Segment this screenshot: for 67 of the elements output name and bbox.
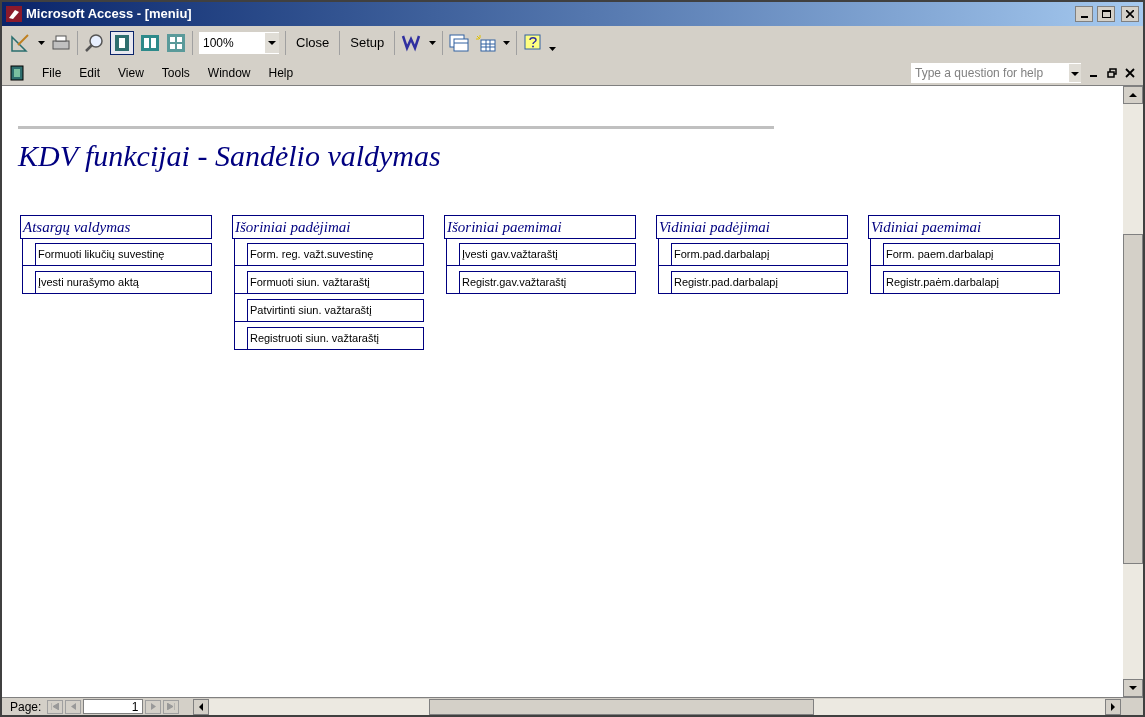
toolbar-button[interactable]: Close (292, 33, 334, 53)
magnifier-icon[interactable] (84, 33, 104, 53)
close-button[interactable] (1121, 6, 1139, 22)
next-icon (150, 703, 156, 710)
vertical-scrollbar[interactable] (1123, 86, 1143, 697)
menu-entry[interactable]: Įvesti gav.važtaraštį (458, 243, 636, 266)
dropdown-arrow-icon[interactable] (429, 41, 437, 45)
menu-entry[interactable]: Registr.paėm.darbalapį (882, 271, 1060, 294)
toolbar-options-icon[interactable] (549, 47, 557, 51)
horizontal-scrollbar[interactable] (193, 698, 1121, 715)
menu-entry[interactable]: Registruoti siun. važtaraštį (246, 327, 424, 350)
two-pages-icon[interactable] (140, 33, 160, 53)
menu-entry[interactable]: Patvirtinti siun. važtaraštį (246, 299, 424, 322)
print-icon[interactable] (51, 34, 71, 52)
report-icon[interactable] (10, 64, 24, 81)
scroll-right-button[interactable] (1105, 698, 1121, 715)
group-header: Išoriniai paemimai (444, 215, 636, 239)
menu-entry[interactable]: Form.pad.darbalapį (670, 243, 848, 266)
menu-item[interactable]: File (36, 63, 68, 82)
multiple-pages-icon[interactable] (166, 33, 186, 53)
menu-entry[interactable]: Form. paem.darbalapį (882, 243, 1060, 266)
help-icon[interactable] (523, 33, 544, 53)
restore-icon[interactable] (1107, 67, 1117, 78)
scroll-down-button[interactable] (1123, 679, 1143, 697)
up-arrow-icon (1129, 93, 1137, 97)
right-arrow-icon (1111, 702, 1115, 711)
group-header: Vidiniai padėjimai (656, 215, 848, 239)
close-icon (1126, 10, 1134, 18)
help-search-field[interactable]: Type a question for help (911, 62, 1081, 83)
scroll-left-button[interactable] (193, 698, 210, 715)
window-title: Microsoft Access - [meniu] (26, 5, 193, 24)
group-header: Atsargų valdymas (20, 215, 212, 239)
dropdown-arrow-icon[interactable] (38, 41, 45, 45)
menu-entry[interactable]: Form. reg. važt.suvestinę (246, 243, 424, 266)
menu-entry[interactable]: Registr.gav.važtaraštį (458, 271, 636, 294)
report-title: KDV funkcijai - Sandėlio valdymas (18, 138, 442, 174)
group-header: Išoriniai padėjimai (232, 215, 424, 239)
menu-entry[interactable]: Registr.pad.darbalapį (670, 271, 848, 294)
maximize-button[interactable] (1097, 6, 1115, 22)
page-label: Page: (10, 698, 42, 716)
previous-icon (70, 703, 76, 710)
close-icon[interactable] (1125, 67, 1135, 78)
menu-entry[interactable]: Formuoti likučių suvestinę (34, 243, 212, 266)
scroll-thumb[interactable] (1123, 234, 1143, 564)
menu-item[interactable]: Tools (155, 63, 196, 82)
first-page-icon (51, 703, 60, 710)
menu-entry[interactable]: Formuoti siun. važtaraštį (246, 271, 424, 294)
menu-item[interactable]: Window (201, 63, 257, 82)
left-arrow-icon (199, 702, 204, 711)
down-arrow-icon (1129, 686, 1137, 690)
menu-item[interactable]: View (112, 63, 150, 82)
minimize-button[interactable] (1075, 6, 1093, 22)
page-number-field[interactable]: 1 (83, 699, 144, 714)
design-view-icon[interactable] (10, 33, 32, 53)
menu-entry[interactable]: Įvesti nurašymo aktą (34, 271, 212, 294)
new-object-icon[interactable] (475, 34, 498, 52)
database-window-icon[interactable] (449, 34, 470, 52)
toolbar-button[interactable]: Setup (346, 33, 389, 53)
zoom-dropdown[interactable]: 100% (199, 32, 279, 54)
menu-item[interactable]: Help (262, 63, 300, 82)
one-page-icon[interactable] (110, 31, 134, 55)
dropdown-arrow-icon[interactable] (503, 41, 511, 45)
menu-item[interactable]: Edit (73, 63, 107, 82)
last-page-icon (167, 703, 176, 710)
scroll-up-button[interactable] (1123, 86, 1143, 104)
scroll-thumb[interactable] (429, 698, 815, 715)
group-header: Vidiniai paemimai (868, 215, 1060, 239)
